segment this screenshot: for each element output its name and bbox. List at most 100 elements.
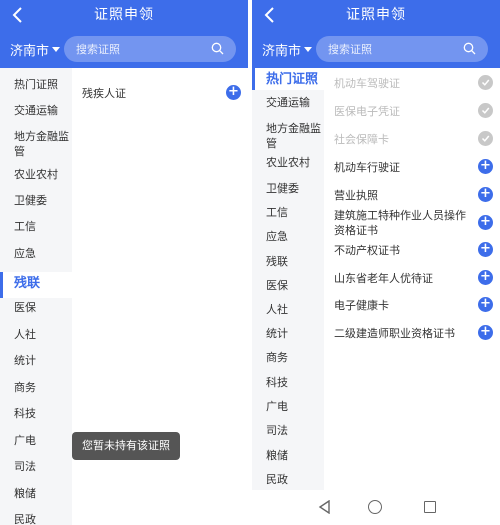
sidebar-item-label: 热门证照 [14,78,58,91]
added-check-icon [478,75,493,90]
search-input[interactable]: 搜索证照 [64,36,236,62]
city-selector[interactable]: 济南市 [262,40,313,59]
add-icon[interactable]: + [226,85,241,100]
active-indicator [0,272,3,298]
sidebar-item-label: 统计 [266,327,288,340]
certificate-item: 二级建造师职业资格证书 [334,327,455,340]
sidebar-item[interactable]: 人社 [252,301,324,319]
city-selector[interactable]: 济南市 [10,40,61,59]
sidebar-item[interactable]: 卫健委 [0,192,72,210]
caret-down-icon [304,47,313,52]
sidebar-item-label: 商务 [14,381,36,394]
certificate-item: 社会保障卡 [334,133,389,146]
left-screen: 证照申领 济南市 搜索证照 热门证照 交通运输 地方金融监管 农业农村 卫健委 工信 应急残… [0,0,248,525]
sidebar-item[interactable]: 残联 [0,272,72,298]
certificate-item: 机动车行驶证 [334,161,400,174]
sidebar-item[interactable]: 工信 [0,218,72,236]
sidebar-item[interactable]: 科技 [252,374,324,392]
search-icon [211,42,224,55]
sidebar-item[interactable]: 商务 [0,379,72,397]
sidebar-item-label: 卫健委 [14,194,47,207]
sidebar-item[interactable]: 司法 [252,422,324,440]
sidebar-item-label: 民政 [266,473,288,486]
category-sidebar: 热门证照交通运输地方金融监管农业农村卫健委工信应急残联医保人社统计商务科技广电司… [252,68,324,525]
sidebar-item[interactable]: 应急 [0,245,72,263]
sidebar-item[interactable]: 科技 [0,405,72,423]
sidebar-item-label: 广电 [14,434,36,447]
sidebar-item-label: 民政 [14,513,36,525]
search-input[interactable]: 搜索证照 [316,36,488,62]
sidebar-item[interactable]: 地方金融监管 [0,128,72,160]
sidebar-item[interactable]: 民政 [252,471,324,489]
sidebar-item-label: 人社 [266,303,288,316]
system-nav-bar [252,490,500,525]
sidebar-item-label: 粮储 [14,487,36,500]
sidebar-item-label: 卫健委 [266,182,299,195]
sidebar-item[interactable]: 粮储 [252,447,324,465]
caret-down-icon [52,47,61,52]
add-icon[interactable]: + [478,325,493,340]
certificate-item: 机动车驾驶证 [334,77,400,90]
header: 证照申领 济南市 搜索证照 [252,0,500,68]
page-title: 证照申领 [346,7,406,23]
add-icon[interactable]: + [478,297,493,312]
sidebar-item[interactable]: 工信 [252,204,324,222]
add-icon[interactable]: + [478,242,493,257]
sidebar-item-label: 司法 [266,424,288,437]
sidebar-item[interactable]: 人社 [0,326,72,344]
sidebar-item-label: 司法 [14,460,36,473]
toast-message: 您暂未持有该证照 [72,432,180,460]
sidebar-item[interactable]: 广电 [252,398,324,416]
sidebar-item-label: 工信 [14,220,36,233]
sidebar-item-label: 农业农村 [266,156,310,169]
add-icon[interactable]: + [478,187,493,202]
sidebar-item-label: 热门证照 [266,72,319,87]
add-icon[interactable]: + [478,159,493,174]
search-placeholder: 搜索证照 [76,43,120,56]
sidebar-item[interactable]: 交通运输 [252,94,324,112]
add-icon[interactable]: + [478,270,493,285]
sidebar-item[interactable]: 粮储 [0,485,72,503]
sidebar-item-label: 农业农村 [14,168,58,181]
sidebar-item[interactable]: 医保 [0,299,72,317]
certificate-item: 残疾人证 [82,87,126,100]
sidebar-item[interactable]: 统计 [0,352,72,370]
sidebar-item-label: 医保 [14,301,36,314]
certificate-item: 营业执照 [334,189,378,202]
certificate-item: 不动产权证书 [334,244,400,257]
sidebar-item-label: 科技 [266,376,288,389]
sidebar-item-label: 医保 [266,279,288,292]
sidebar-item[interactable]: 农业农村 [0,166,72,184]
sidebar-item[interactable]: 农业农村 [252,154,324,172]
city-label: 济南市 [262,44,302,59]
sidebar-item-label: 地方金融监管 [14,130,69,158]
sidebar-item[interactable]: 卫健委 [252,180,324,198]
sidebar-item[interactable]: 应急 [252,228,324,246]
header: 证照申领 济南市 搜索证照 [0,0,248,68]
sidebar-item-label: 交通运输 [266,96,310,109]
sidebar-item[interactable]: 医保 [252,277,324,295]
sidebar-item[interactable]: 残联 [252,253,324,271]
sidebar-item-label: 地方金融监管 [266,122,321,150]
nav-recent-icon[interactable] [424,501,436,513]
sidebar-item[interactable]: 热门证照 [0,76,72,94]
sidebar-item-label: 应急 [14,247,36,260]
page-title: 证照申领 [94,7,154,23]
sidebar-item[interactable]: 商务 [252,349,324,367]
sidebar-item[interactable]: 热门证照 [252,68,324,90]
sidebar-item[interactable]: 广电 [0,432,72,450]
certificate-item: 电子健康卡 [334,299,389,312]
sidebar-item[interactable]: 地方金融监管 [252,120,324,152]
nav-home-icon[interactable] [368,500,382,514]
certificate-item: 山东省老年人优待证 [334,272,433,285]
add-icon[interactable]: + [478,215,493,230]
added-check-icon [478,103,493,118]
search-placeholder: 搜索证照 [328,43,372,56]
sidebar-item[interactable]: 交通运输 [0,102,72,120]
sidebar-item-label: 人社 [14,328,36,341]
nav-back-icon[interactable] [318,500,330,514]
sidebar-item[interactable]: 民政 [0,511,72,525]
sidebar-item[interactable]: 司法 [0,458,72,476]
sidebar-item-label: 应急 [266,230,288,243]
sidebar-item[interactable]: 统计 [252,325,324,343]
